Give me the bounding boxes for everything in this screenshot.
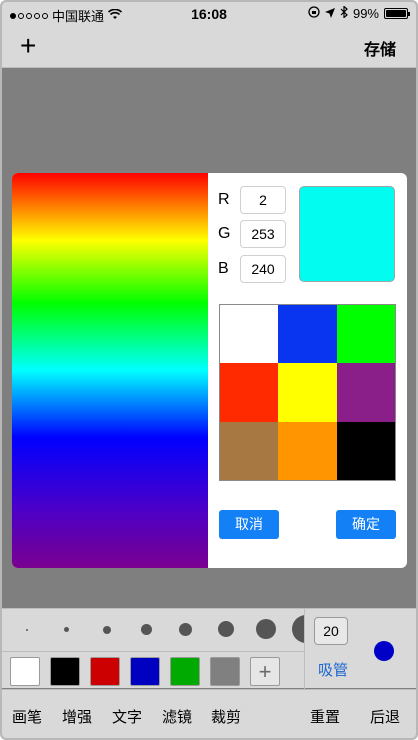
brush-size-option[interactable] xyxy=(26,629,28,631)
bluetooth-icon xyxy=(340,5,348,21)
brush-size-field[interactable]: 20 xyxy=(314,617,348,645)
palette-swatch[interactable] xyxy=(220,305,279,364)
blue-label: B xyxy=(218,260,229,277)
add-button[interactable]: + xyxy=(20,32,36,60)
palette-swatch[interactable] xyxy=(220,421,279,480)
blue-input[interactable]: 240 xyxy=(240,255,286,283)
status-right: 99% xyxy=(308,5,410,21)
location-icon xyxy=(324,6,335,21)
brush-size-option[interactable] xyxy=(64,627,69,632)
brush-color-swatch[interactable] xyxy=(170,657,200,686)
battery-percent: 99% xyxy=(352,6,379,21)
palette-swatch[interactable] xyxy=(336,305,395,364)
brush-size-selector xyxy=(2,609,304,651)
brush-size-option[interactable] xyxy=(103,626,111,634)
eyedropper-button[interactable]: 吸管 xyxy=(318,659,348,680)
brush-color-swatch[interactable] xyxy=(10,657,40,686)
brush-size-option[interactable] xyxy=(292,615,304,643)
green-label: G xyxy=(218,225,231,242)
palette-swatch[interactable] xyxy=(336,421,395,480)
red-row: R 2 xyxy=(218,186,286,214)
palette-swatch[interactable] xyxy=(278,305,337,364)
tab-enhance[interactable]: 增强 xyxy=(62,706,92,727)
palette-swatch[interactable] xyxy=(336,363,395,422)
red-label: R xyxy=(218,191,230,208)
tab-bar: 画笔 增强 文字 滤镜 裁剪 重置 后退 xyxy=(2,689,416,738)
confirm-button[interactable]: 确定 xyxy=(336,510,396,539)
red-input[interactable]: 2 xyxy=(240,186,286,214)
brush-size-option[interactable] xyxy=(179,623,192,636)
brush-color-swatch[interactable] xyxy=(50,657,80,686)
battery-icon xyxy=(384,8,410,19)
brush-color-swatch[interactable] xyxy=(210,657,240,686)
palette-swatch[interactable] xyxy=(278,363,337,422)
brush-color-swatch[interactable] xyxy=(90,657,120,686)
tab-crop[interactable]: 裁剪 xyxy=(211,706,241,727)
status-bar: 中国联通 16:08 99% xyxy=(2,2,416,26)
green-input[interactable]: 253 xyxy=(240,220,286,248)
toolbar-divider xyxy=(2,651,304,652)
save-button[interactable]: 存储 xyxy=(364,36,396,60)
green-row: G 253 xyxy=(218,220,286,248)
undo-button[interactable]: 后退 xyxy=(370,706,400,727)
brush-size-option[interactable] xyxy=(141,624,152,635)
toolbar-divider xyxy=(304,609,305,689)
color-spectrum[interactable] xyxy=(12,173,208,568)
rotation-lock-icon xyxy=(308,6,320,21)
palette-swatch[interactable] xyxy=(278,421,337,480)
tab-text[interactable]: 文字 xyxy=(112,706,142,727)
add-color-button[interactable]: + xyxy=(250,657,280,686)
brush-color-list: + xyxy=(10,657,280,686)
current-color-indicator xyxy=(374,641,394,661)
brush-toolbar: + 20 吸管 xyxy=(2,608,416,689)
brush-color-swatch[interactable] xyxy=(130,657,160,686)
reset-button[interactable]: 重置 xyxy=(310,706,340,727)
brush-size-option[interactable] xyxy=(218,621,234,637)
nav-bar: + 存储 xyxy=(2,26,416,68)
cancel-button[interactable]: 取消 xyxy=(219,510,279,539)
brush-size-option[interactable] xyxy=(256,619,276,639)
preset-palette xyxy=(219,304,396,481)
tab-brush[interactable]: 画笔 xyxy=(12,706,42,727)
blue-row: B 240 xyxy=(218,255,286,283)
color-picker-dialog: R 2 G 253 B 240 取消 确定 xyxy=(12,173,407,568)
color-preview xyxy=(299,186,395,282)
app-frame: 中国联通 16:08 99% + 存储 R 2 G 253 B 240 取消 确… xyxy=(0,0,418,740)
tab-filter[interactable]: 滤镜 xyxy=(162,706,192,727)
palette-swatch[interactable] xyxy=(220,363,279,422)
